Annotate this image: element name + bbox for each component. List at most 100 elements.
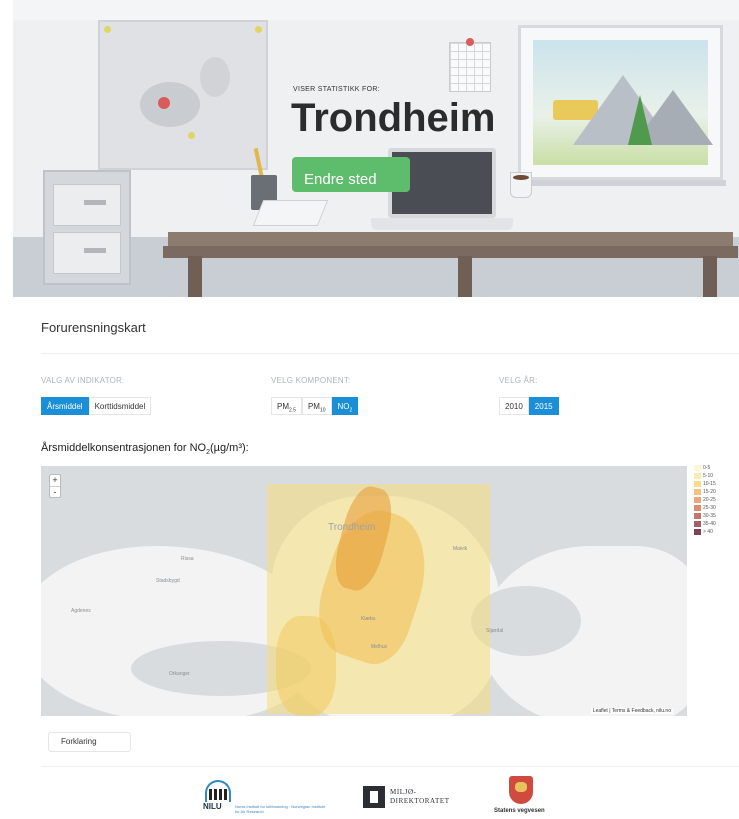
zoom-control: + -	[49, 474, 61, 498]
footer-divider	[41, 766, 739, 767]
desk-leg	[458, 256, 472, 297]
coffee	[513, 175, 529, 180]
component-pm10-base: PM	[307, 402, 320, 411]
component-pm10-sub: 10	[319, 407, 326, 414]
nilu-subtitle: Norsk institutt for luftforskning · Norw…	[235, 804, 326, 814]
year-option-2015[interactable]: 2015	[528, 397, 559, 415]
legend-label: 5-10	[703, 473, 714, 479]
poster-shape	[140, 82, 200, 127]
miljodirektoratet-line2: DIREKTORATET	[390, 797, 450, 805]
legend-label: 0-5	[703, 465, 711, 471]
zoom-in-button[interactable]: +	[50, 475, 60, 486]
component-pm25-base: PM	[277, 402, 289, 411]
legend-label: 15-20	[703, 489, 716, 495]
divider	[41, 353, 739, 354]
component-option-pm10[interactable]: PM10	[301, 397, 332, 415]
drawer-handle	[84, 200, 106, 205]
coffee-cup-icon	[510, 172, 532, 198]
legend-item: 20-25	[694, 496, 734, 504]
vegvesen-crest-icon	[509, 776, 533, 804]
legend-swatch	[694, 505, 701, 511]
indicator-option-short-term[interactable]: Korttidsmiddel	[88, 397, 152, 415]
papers-icon	[252, 200, 329, 226]
year-label: VELG ÅR:	[499, 376, 538, 385]
filing-cabinet	[43, 170, 131, 285]
map-legend: 0-5 5-10 10-15 15-20 20-25 25-30 30-35 35-40 > 4…	[694, 464, 734, 536]
legend-swatch	[694, 473, 701, 479]
legend-label: 35-40	[703, 521, 716, 527]
map-city-label: Trondheim	[328, 522, 376, 533]
legend-label: 20-25	[703, 497, 716, 503]
change-location-button[interactable]: Endre sted	[292, 157, 410, 192]
pollution-map[interactable]: Trondheim Rissa Stadsbygd Agdenes Orkang…	[41, 466, 687, 716]
map-place-label: Orkanger	[169, 671, 190, 677]
poster-target-icon	[158, 97, 170, 109]
legend-item: 25-30	[694, 504, 734, 512]
map-place-label: Agdenes	[71, 608, 91, 614]
map-place-label: Stjørdal	[486, 628, 504, 634]
map-place-label: Rissa	[181, 556, 194, 562]
legend-swatch	[694, 465, 701, 471]
component-toggle: PM2.5 PM10 NO2	[271, 397, 359, 415]
miljodirektoratet-line1: MILJØ-	[390, 788, 417, 796]
legend-swatch	[694, 481, 701, 487]
desk-edge	[163, 246, 738, 258]
legend-item: 0-5	[694, 464, 734, 472]
legend-item: 10-15	[694, 480, 734, 488]
component-option-no2[interactable]: NO2	[331, 397, 359, 415]
calendar-icon	[449, 38, 491, 92]
desk-leg	[703, 256, 717, 297]
cabinet-drawer	[53, 232, 121, 274]
map-place-label: Malvik	[453, 546, 468, 552]
legend-item: > 40	[694, 528, 734, 536]
year-toggle: 2010 2015	[499, 397, 559, 415]
indicator-label: VALG AV INDIKATOR:	[41, 376, 125, 385]
laptop-base	[371, 218, 513, 230]
map-place-label: Melhus	[371, 644, 388, 650]
legend-label: 25-30	[703, 505, 716, 511]
calendar-clip	[466, 38, 474, 46]
legend-item: 35-40	[694, 520, 734, 528]
hero-illustration: VISER STATISTIKK FOR: Trondheim Endre st…	[13, 0, 739, 297]
map-title: Årsmiddelkonsentrasjonen for NO2(µg/m³):	[41, 442, 249, 456]
pin-icon	[104, 26, 111, 33]
nilu-bars-icon	[209, 789, 227, 800]
indicator-toggle: Årsmiddel Korttidsmiddel	[41, 397, 152, 415]
map-title-unit: (µg/m³):	[209, 442, 249, 454]
legend-swatch	[694, 513, 701, 519]
map-title-text: Årsmiddelkonsentrasjonen for NO	[41, 442, 207, 454]
explanation-button[interactable]: Forklaring	[48, 732, 131, 752]
tree-icon	[628, 95, 652, 145]
poster-shape	[200, 57, 230, 97]
drawer-handle	[84, 248, 106, 253]
legend-label: 30-35	[703, 513, 716, 519]
map-place-label: Klæbu	[361, 616, 376, 622]
zoom-out-button[interactable]: -	[50, 486, 60, 497]
component-no2-base: NO	[337, 402, 350, 411]
pin-icon	[255, 26, 262, 33]
legend-swatch	[694, 497, 701, 503]
legend-swatch	[694, 529, 701, 535]
legend-item: 15-20	[694, 488, 734, 496]
component-option-pm25[interactable]: PM2.5	[271, 397, 302, 415]
component-pm25-sub: 2.5	[289, 407, 296, 414]
wall-map-poster	[98, 20, 268, 170]
legend-swatch	[694, 489, 701, 495]
component-no2-sub: 2	[349, 407, 353, 414]
window-sill	[515, 180, 726, 186]
city-title: Trondheim	[291, 96, 496, 140]
legend-label: 10-15	[703, 481, 716, 487]
indicator-option-annual[interactable]: Årsmiddel	[41, 397, 89, 415]
window-pane	[533, 40, 713, 165]
legend-item: 30-35	[694, 512, 734, 520]
miljodirektoratet-mark-icon	[363, 786, 385, 808]
legend-swatch	[694, 521, 701, 527]
legend-item: 5-10	[694, 472, 734, 480]
map-place-label: Stadsbygd	[156, 578, 180, 584]
section-title: Forurensningskart	[41, 320, 146, 335]
year-option-2010[interactable]: 2010	[499, 397, 529, 415]
wall-top	[13, 0, 739, 20]
desk-leg	[188, 256, 202, 297]
legend-label: > 40	[703, 529, 713, 535]
map-attribution[interactable]: Leaflet | Terms & Feedback, nilu.no	[590, 708, 673, 714]
